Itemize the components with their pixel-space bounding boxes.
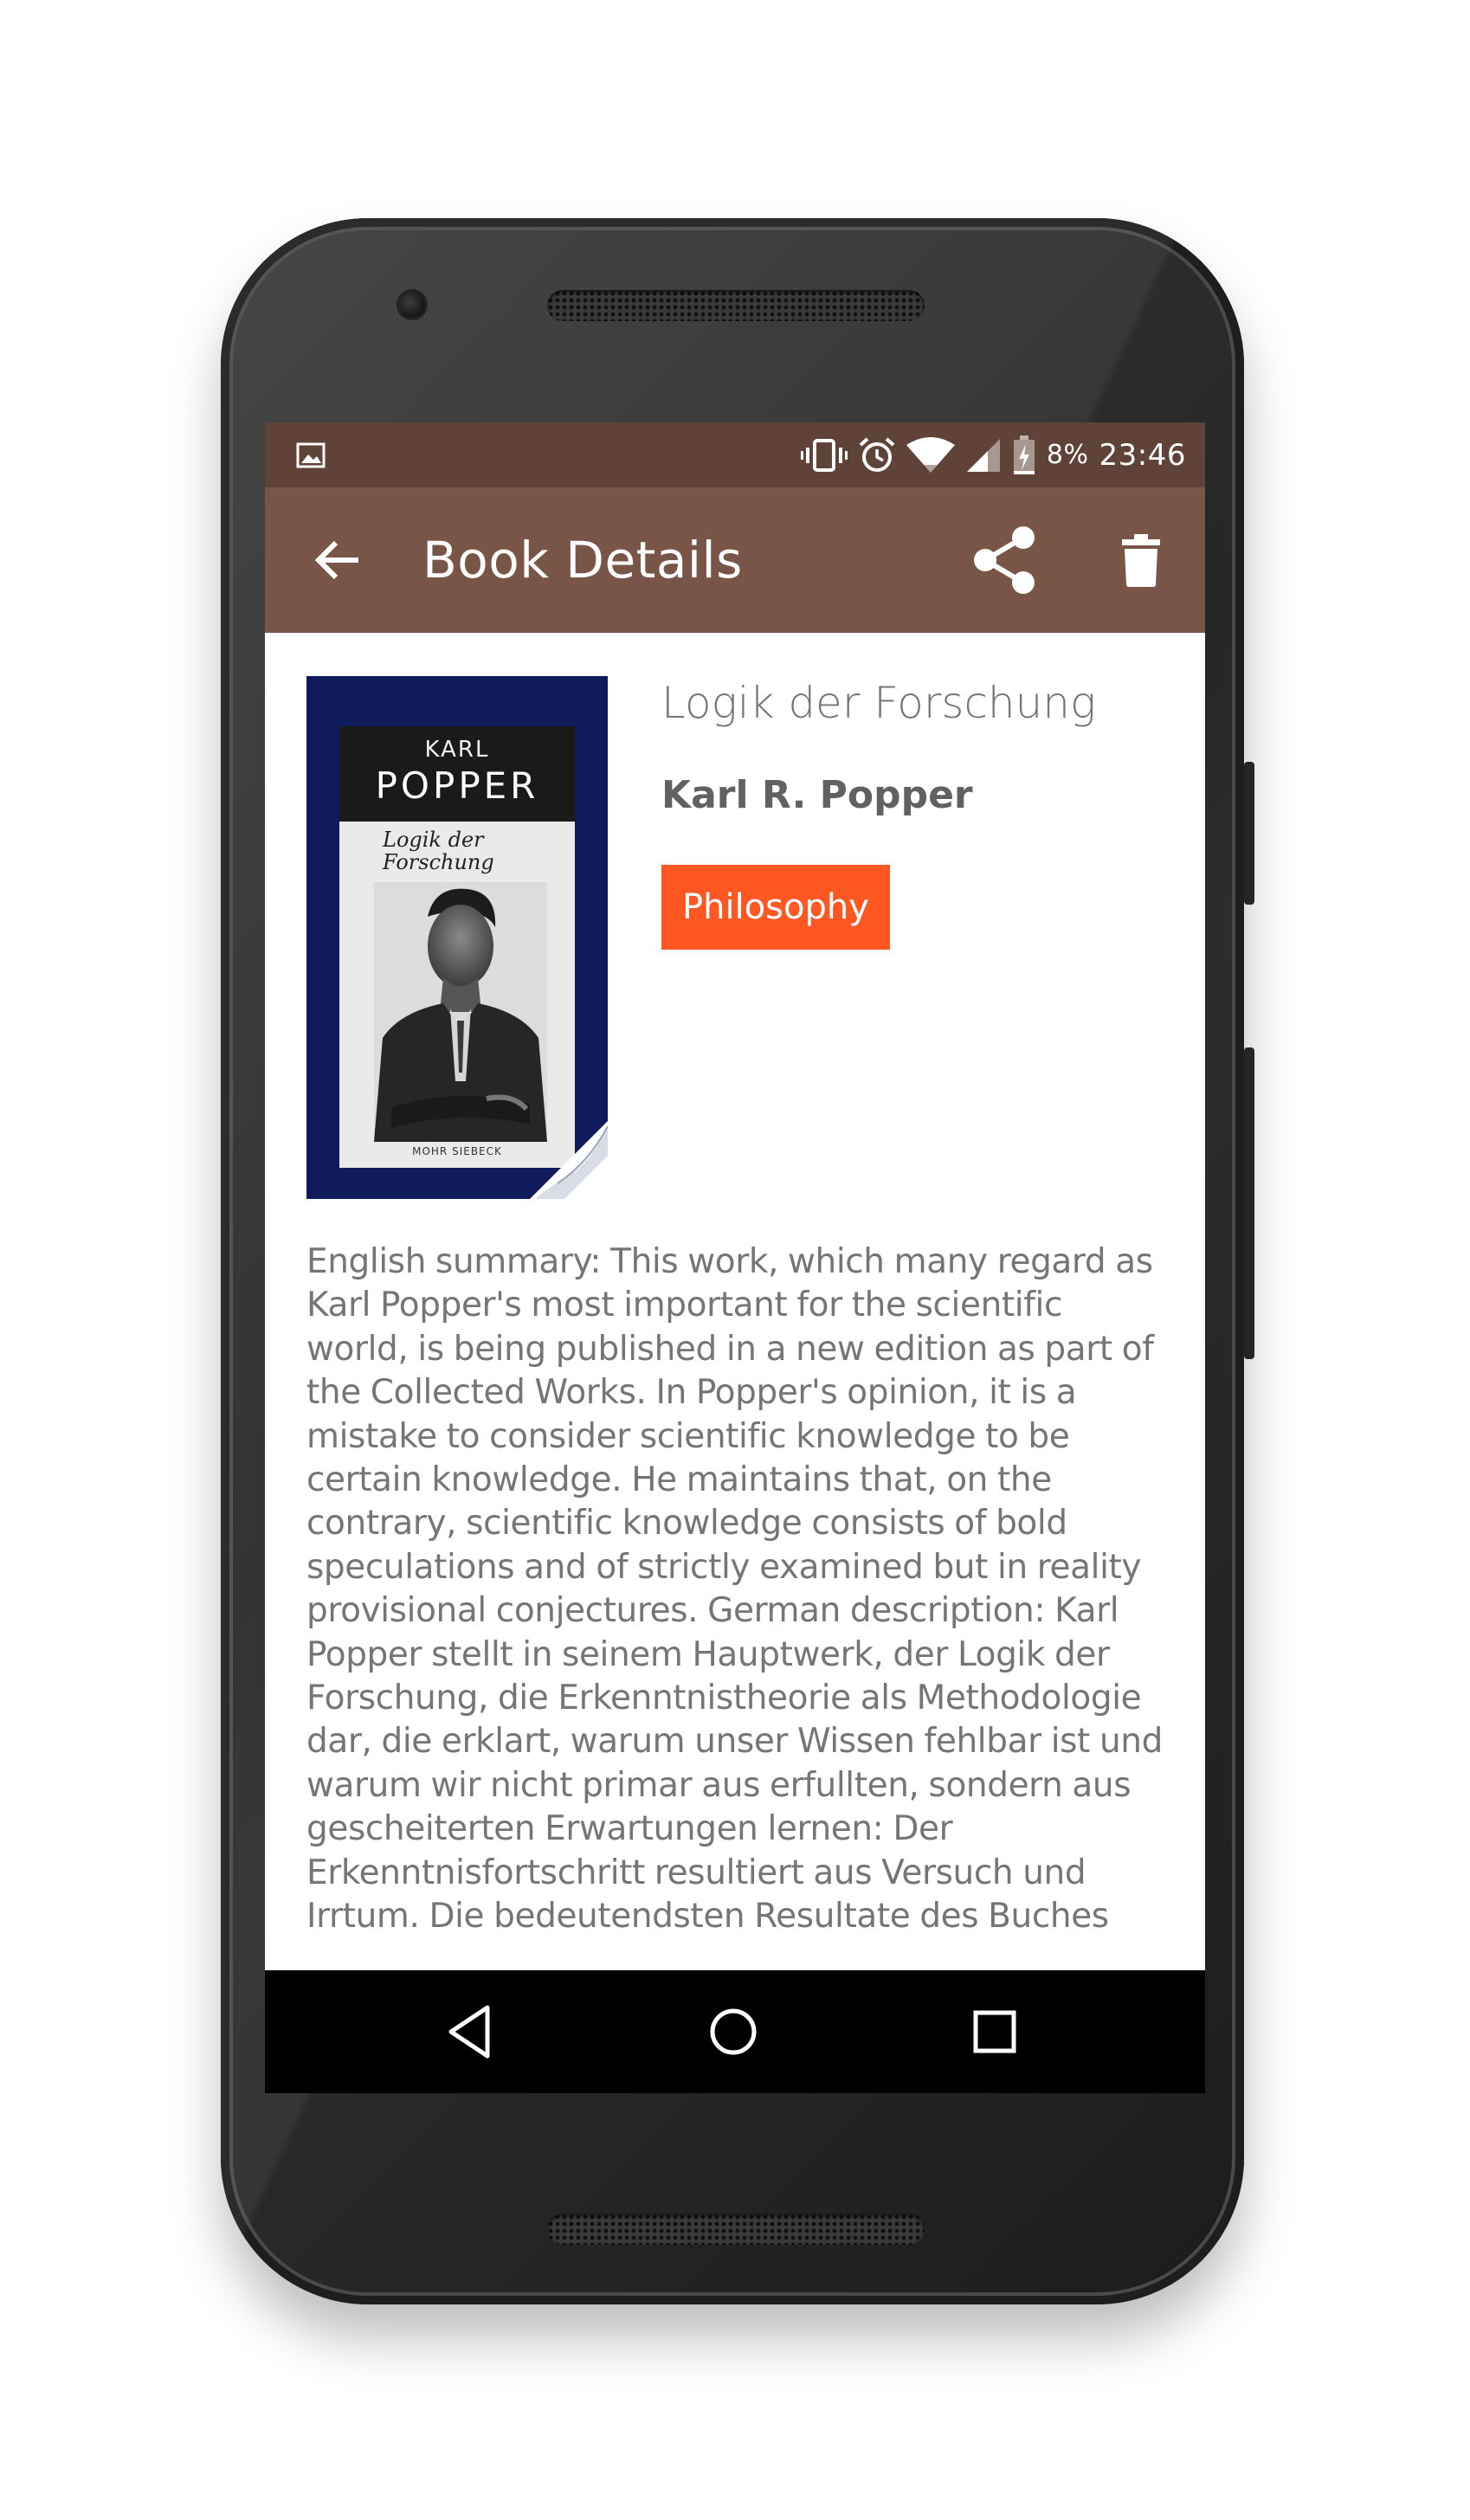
image-notification-icon [296, 442, 326, 468]
share-icon[interactable] [970, 524, 1042, 596]
genre-badge[interactable]: Philosophy [661, 865, 890, 950]
book-cover-image: KARL POPPER Logik der Forschung MOHR SIE… [306, 676, 608, 1199]
screenshot-stage: 8% 23:46 Book Details KARL POPPER Logik … [0, 0, 1470, 2520]
system-nav-bar [265, 1970, 1205, 2093]
alarm-icon [859, 436, 895, 472]
nav-recents-icon[interactable] [965, 2002, 1024, 2061]
cover-author-last: POPPER [375, 764, 539, 807]
phone-screen: 8% 23:46 Book Details KARL POPPER Logik … [265, 422, 1205, 2093]
page-curl-icon [530, 1121, 608, 1199]
book-description: English summary: This work, which many r… [306, 1242, 1163, 1937]
battery-charging-icon [1013, 435, 1035, 474]
power-button [1244, 762, 1254, 905]
top-speaker-grille [547, 290, 925, 321]
delete-icon[interactable] [1112, 531, 1170, 590]
cover-author-first: KARL [424, 737, 490, 763]
front-camera [399, 292, 425, 318]
bottom-speaker-grille [547, 2214, 925, 2245]
book-details-content: KARL POPPER Logik der Forschung MOHR SIE… [265, 633, 1205, 1970]
status-icons-group: 8% 23:46 [800, 422, 1186, 487]
arrow-back-icon[interactable] [310, 531, 369, 590]
cover-panel: KARL POPPER Logik der Forschung MOHR SIE… [339, 726, 575, 1168]
book-title: Logik der Forschung [661, 678, 1097, 728]
cover-portrait-photo [374, 882, 547, 1142]
volume-rocker [1244, 1047, 1254, 1359]
cell-signal-icon [966, 438, 1000, 472]
clock: 23:46 [1099, 437, 1186, 473]
nav-back-icon[interactable] [442, 2002, 501, 2061]
vibrate-icon [800, 438, 848, 472]
app-bar: Book Details [265, 487, 1205, 633]
book-author: Karl R. Popper [661, 773, 973, 817]
status-bar: 8% 23:46 [265, 422, 1205, 487]
nav-home-icon[interactable] [704, 2002, 763, 2061]
cover-subtitle: Logik der Forschung [383, 828, 494, 874]
wifi-icon [906, 436, 955, 473]
page-title: Book Details [422, 531, 743, 590]
battery-percent: 8% [1046, 440, 1089, 470]
